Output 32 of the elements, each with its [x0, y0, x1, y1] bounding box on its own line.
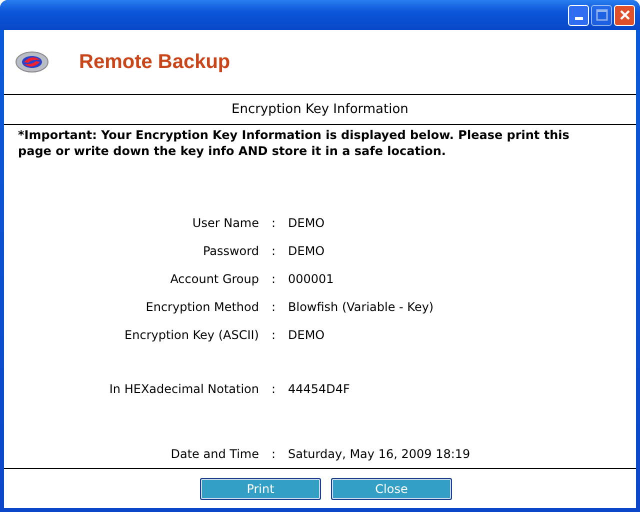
- field-value: 44454D4F: [288, 382, 351, 396]
- field-value: Saturday, May 16, 2009 18:19: [288, 447, 472, 461]
- field-label: In HEXadecimal Notation: [108, 382, 259, 396]
- field-value: DEMO: [288, 216, 326, 230]
- minimize-button[interactable]: [568, 4, 589, 26]
- notice-text: *Important: Your Encryption Key Information is displayed below. Please print this page or write down the key info AND store it in a safe location.: [18, 128, 570, 158]
- field-label: Account Group: [169, 272, 259, 286]
- maximize-icon: [596, 9, 608, 21]
- separator-colon: :: [270, 244, 277, 258]
- field-label: Encryption Key (ASCII): [124, 328, 259, 342]
- app-title: Remote Backup: [79, 50, 230, 74]
- close-icon: [618, 9, 630, 21]
- separator-colon: :: [270, 447, 277, 461]
- separator-colon: :: [270, 382, 277, 396]
- print-button[interactable]: Print: [200, 478, 321, 500]
- field-value: 000001: [288, 272, 335, 286]
- separator-colon: :: [270, 216, 277, 230]
- field-value: Blowfish (Variable - Key): [288, 300, 435, 314]
- close-button[interactable]: [614, 4, 635, 26]
- section-title: Encryption Key Information: [232, 102, 408, 117]
- field-label: Password: [202, 244, 259, 258]
- field-value: DEMO: [288, 244, 326, 258]
- field-value: DEMO: [288, 328, 326, 342]
- minimize-icon: [574, 16, 582, 20]
- separator-colon: :: [270, 300, 277, 314]
- field-label: Date and Time: [170, 447, 259, 461]
- logo-icon: [15, 51, 49, 73]
- separator-colon: :: [270, 328, 277, 342]
- field-label: User Name: [191, 216, 259, 230]
- separator-colon: :: [270, 272, 277, 286]
- close-dialog-button[interactable]: Close: [331, 478, 452, 500]
- field-label: Encryption Method: [144, 300, 259, 314]
